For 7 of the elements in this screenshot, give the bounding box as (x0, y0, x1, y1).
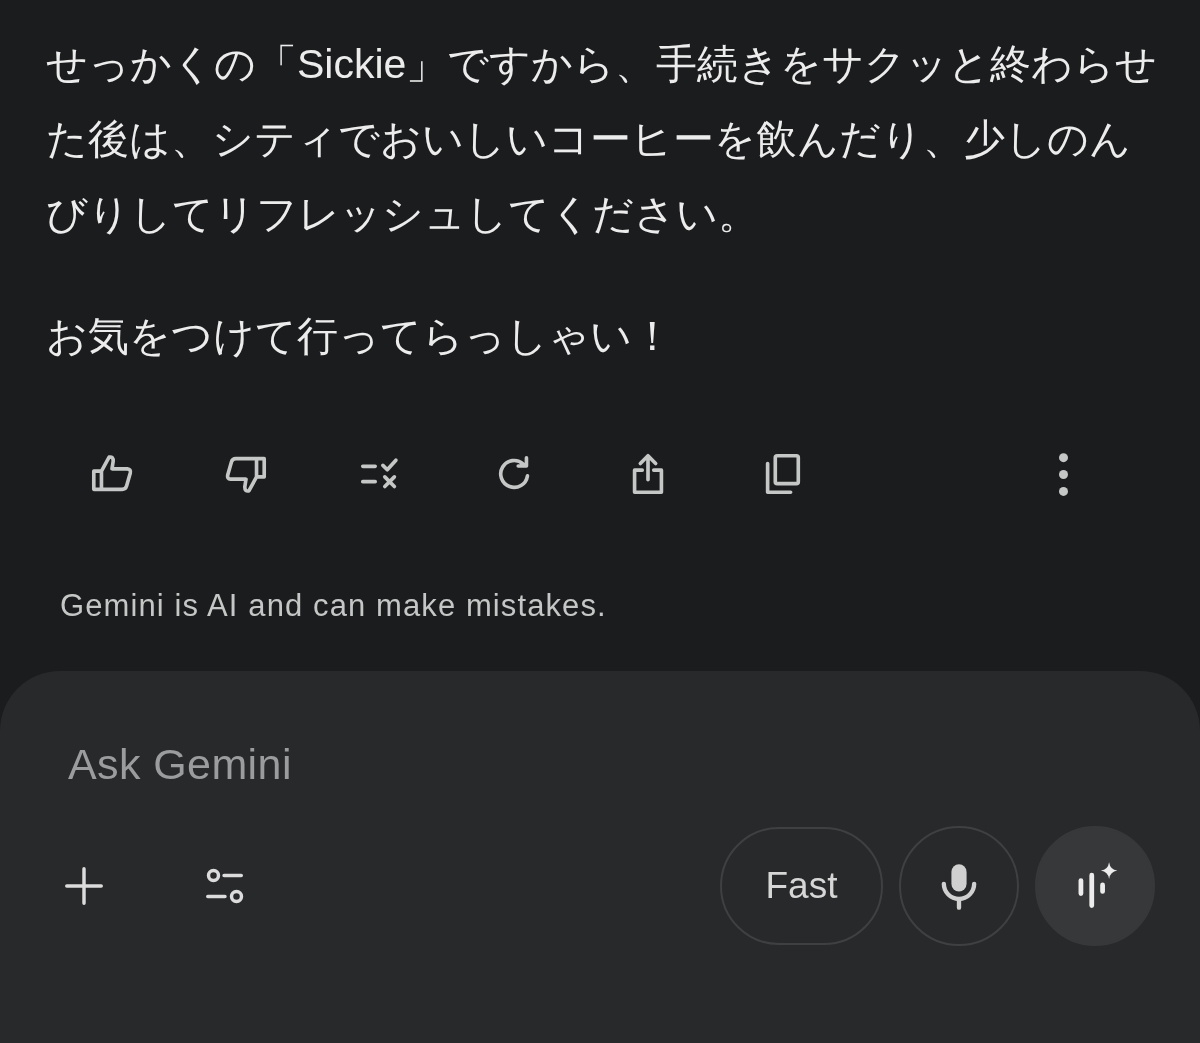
more-vertical-icon (1058, 452, 1068, 496)
microphone-button[interactable] (899, 826, 1019, 946)
response-paragraph: せっかくの「Sickie」ですから、手続きをサクッと終わらせた後は、シティでおいしいコーヒーを飲んだり、少しのんびりしてリフレッシュしてください。 (46, 40, 1159, 239)
disclaimer-text: Gemini is AI and can make mistakes. (60, 588, 608, 624)
response-paragraph: お気をつけて行ってらっしゃい！ (46, 312, 674, 361)
message-input[interactable]: Ask Gemini (68, 739, 668, 789)
mode-button[interactable]: Fast (720, 827, 883, 945)
